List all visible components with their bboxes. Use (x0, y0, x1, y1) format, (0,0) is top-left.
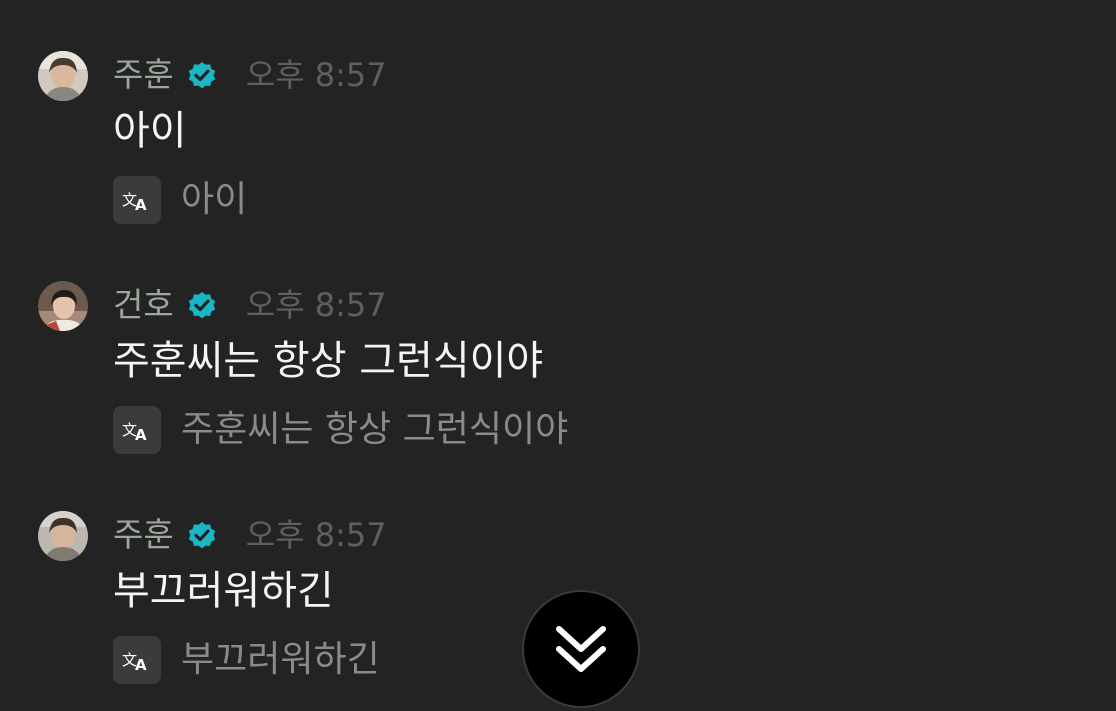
message-header: 주훈 오후 8:57 (113, 53, 387, 97)
translation-row: 文 A 아이 (113, 175, 247, 225)
message-header: 주훈 오후 8:57 (113, 513, 387, 557)
timestamp: 오후 8:57 (245, 516, 387, 554)
message-text: 아이 (113, 108, 187, 154)
translation-row: 文 A 주훈씨는 항상 그런식이야 (113, 405, 568, 455)
avatar[interactable] (38, 51, 88, 101)
message-text: 주훈씨는 항상 그런식이야 (113, 338, 544, 384)
translate-icon[interactable]: 文 A (113, 176, 161, 224)
message-text: 부끄러워하긴 (113, 568, 334, 614)
translation-row: 文 A 부끄러워하긴 (113, 635, 380, 685)
translated-text: 부끄러워하긴 (181, 639, 380, 680)
timestamp: 오후 8:57 (245, 286, 387, 324)
double-chevron-down-icon (556, 626, 606, 672)
svg-text:A: A (135, 196, 147, 212)
verified-badge-icon (188, 62, 215, 89)
sender-name[interactable]: 건호 (113, 283, 174, 327)
chat-screen: 주훈 오후 8:57 아이 文 A 아이 건호 오후 8:57 주훈씨는 항상 … (0, 0, 1116, 711)
scroll-to-bottom-button[interactable] (522, 590, 640, 708)
verified-badge-icon (188, 292, 215, 319)
svg-text:A: A (135, 426, 147, 442)
timestamp: 오후 8:57 (245, 56, 387, 94)
avatar[interactable] (38, 511, 88, 561)
translated-text: 아이 (181, 179, 248, 220)
sender-name[interactable]: 주훈 (113, 53, 174, 97)
verified-badge-icon (188, 522, 215, 549)
translated-text: 주훈씨는 항상 그런식이야 (181, 409, 569, 450)
translate-icon[interactable]: 文 A (113, 636, 161, 684)
avatar[interactable] (38, 281, 88, 331)
message-header: 건호 오후 8:57 (113, 283, 387, 327)
sender-name[interactable]: 주훈 (113, 513, 174, 557)
translate-icon[interactable]: 文 A (113, 406, 161, 454)
svg-text:A: A (135, 656, 147, 672)
